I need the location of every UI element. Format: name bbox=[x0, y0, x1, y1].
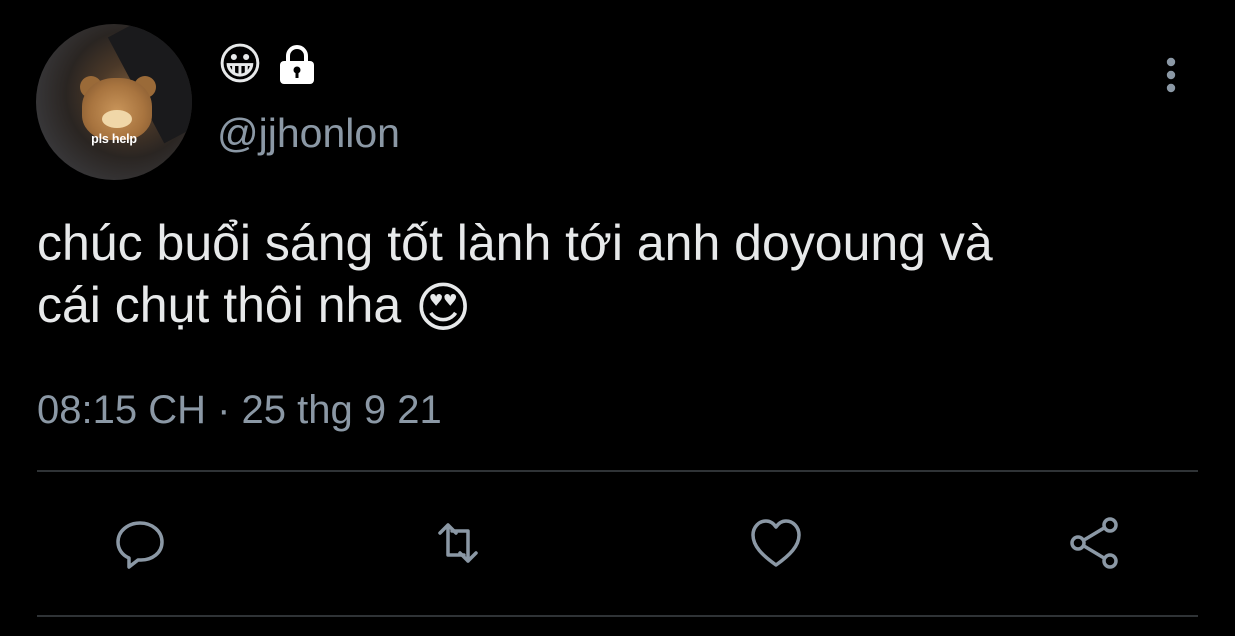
retweet-button[interactable] bbox=[428, 513, 488, 573]
avatar[interactable]: pls help bbox=[36, 24, 192, 180]
heart-icon bbox=[751, 519, 801, 567]
retweet-icon bbox=[438, 523, 478, 563]
user-handle[interactable]: @jjhonlon bbox=[217, 110, 400, 157]
like-button[interactable] bbox=[746, 513, 806, 573]
avatar-caption: pls help bbox=[91, 132, 137, 146]
tweet-text-line-2-text: cái chụt thôi nha bbox=[37, 277, 402, 333]
tweet-text-line-1: chúc buổi sáng tốt lành tới anh doyoung … bbox=[37, 215, 993, 271]
share-icon bbox=[1070, 517, 1118, 569]
vertical-ellipsis-icon[interactable] bbox=[1158, 56, 1184, 96]
avatar-bear bbox=[82, 78, 152, 140]
lock-icon bbox=[279, 45, 314, 84]
display-name-row: 😀 bbox=[217, 40, 317, 90]
tweet-timestamp[interactable]: 08:15 CH · 25 thg 9 21 bbox=[37, 388, 442, 433]
tweet-text-line-2: cái chụt thôi nha 😍 bbox=[37, 274, 1207, 339]
divider bbox=[37, 470, 1198, 472]
tweet-text: chúc buổi sáng tốt lành tới anh doyoung … bbox=[37, 212, 1207, 339]
divider-bottom bbox=[37, 615, 1198, 617]
display-name-emoji: 😀 bbox=[217, 39, 263, 90]
heart-eyes-emoji: 😍 bbox=[415, 276, 472, 339]
reply-button[interactable] bbox=[110, 513, 170, 573]
avatar-bear-snout bbox=[102, 110, 132, 128]
speech-bubble-icon bbox=[116, 521, 164, 569]
share-button[interactable] bbox=[1064, 513, 1124, 573]
